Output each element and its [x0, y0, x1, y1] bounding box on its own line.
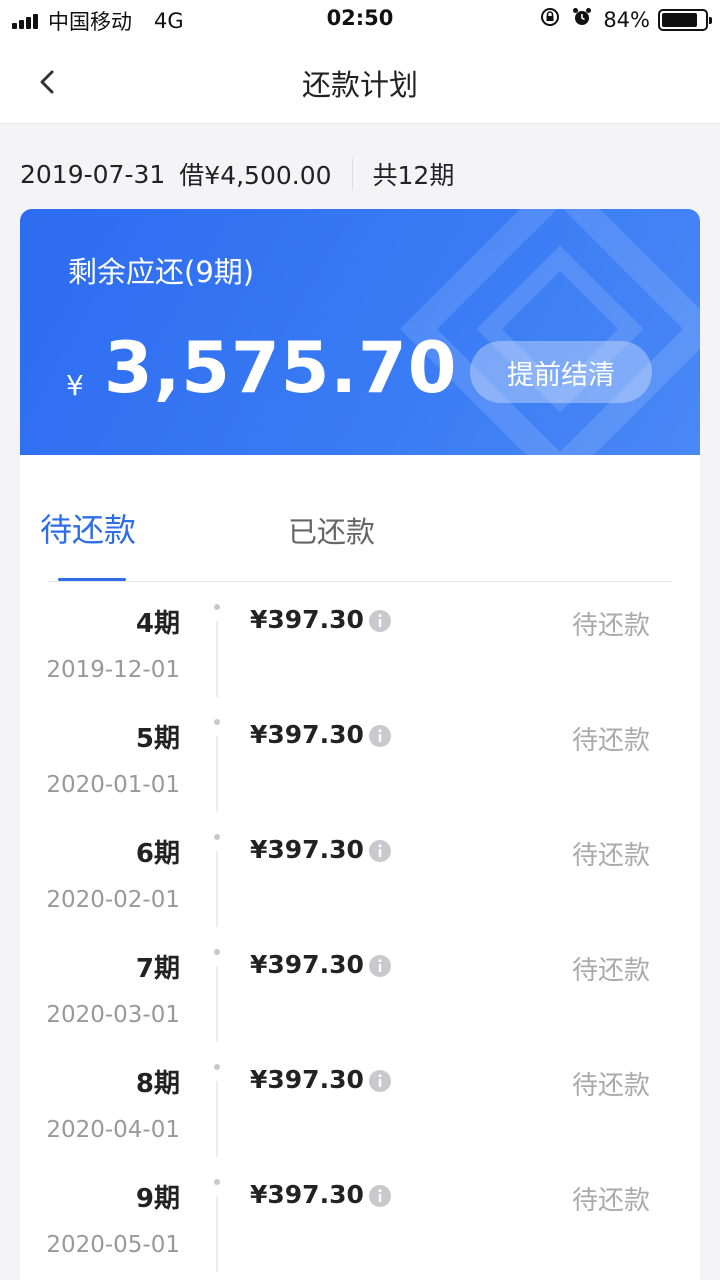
installment-date: 2019-12-01	[46, 657, 180, 683]
installment-status: 待还款	[571, 1186, 650, 1216]
battery-percent: 84%	[603, 7, 650, 32]
installment-amount: ¥397.30	[250, 1180, 364, 1209]
installment-status: 待还款	[571, 956, 650, 986]
installment-status: 待还款	[571, 611, 650, 641]
loan-periods: 共12期	[372, 161, 455, 190]
installment-row[interactable]: 6期 2020-02-01 ¥397.30 待还款	[20, 815, 700, 930]
installment-period: 7期	[135, 954, 180, 984]
installment-date: 2020-02-01	[46, 887, 180, 913]
signal-icon	[12, 13, 40, 29]
tab-divider	[48, 581, 672, 582]
loan-date: 2019-07-31	[20, 159, 166, 189]
network-label: 4G	[154, 9, 184, 33]
status-left: 中国移动 4G	[12, 6, 184, 36]
loan-amount: 借¥4,500.00	[179, 161, 332, 190]
info-icon[interactable]	[368, 954, 392, 978]
timeline-line	[216, 851, 218, 927]
battery-fill	[662, 12, 698, 27]
carrier-label: 中国移动	[48, 10, 132, 34]
tab-pending[interactable]: 待还款	[40, 505, 136, 551]
timeline-line	[216, 966, 218, 1042]
installment-period: 9期	[135, 1184, 180, 1214]
chevron-left-icon[interactable]	[30, 62, 70, 102]
installment-row[interactable]: 8期 2020-04-01 ¥397.30 待还款	[20, 1045, 700, 1160]
remaining-summary-card: 剩余应还(9期) ¥ 3,575.70 提前结清	[20, 209, 700, 455]
status-right: 84%	[539, 6, 712, 33]
divider	[351, 158, 353, 190]
prepay-button[interactable]: 提前结清	[470, 341, 652, 403]
installment-panel: 待还款 已还款 4期 2019-12-01 ¥397.30 待还款 5期 202…	[20, 455, 700, 1280]
installment-status: 待还款	[571, 726, 650, 756]
nav-bar: 还款计划	[0, 40, 720, 124]
installment-period: 8期	[135, 1069, 180, 1099]
installment-period: 5期	[135, 724, 180, 754]
timeline-dot	[214, 1064, 220, 1070]
installment-amount: ¥397.30	[250, 950, 364, 979]
alarm-icon	[571, 6, 593, 33]
timeline-line	[216, 1081, 218, 1157]
installment-amount: ¥397.30	[250, 835, 364, 864]
rotation-lock-icon	[539, 6, 561, 33]
installment-date: 2020-05-01	[46, 1232, 180, 1258]
installment-row[interactable]: 5期 2020-01-01 ¥397.30 待还款	[20, 700, 700, 815]
installment-period: 6期	[135, 839, 180, 869]
info-icon[interactable]	[368, 1184, 392, 1208]
info-icon[interactable]	[368, 1069, 392, 1093]
page-title: 还款计划	[301, 68, 418, 102]
installment-status: 待还款	[571, 1071, 650, 1101]
timeline-line	[216, 1196, 218, 1272]
timeline-dot	[214, 949, 220, 955]
installment-row[interactable]: 7期 2020-03-01 ¥397.30 待还款	[20, 930, 700, 1045]
status-bar: 中国移动 4G 02:50 84%	[0, 0, 720, 40]
battery-icon	[658, 8, 712, 31]
installment-date: 2020-04-01	[46, 1117, 180, 1143]
info-icon[interactable]	[368, 839, 392, 863]
timeline-line	[216, 736, 218, 812]
installment-period: 4期	[135, 609, 180, 639]
timeline-dot	[214, 1179, 220, 1185]
installment-row[interactable]: 4期 2019-12-01 ¥397.30 待还款	[20, 585, 700, 700]
timeline-dot	[214, 834, 220, 840]
installment-amount: ¥397.30	[250, 605, 364, 634]
installment-row[interactable]: 9期 2020-05-01 ¥397.30 待还款	[20, 1160, 700, 1275]
tab-paid[interactable]: 已还款	[288, 509, 375, 551]
info-icon[interactable]	[368, 724, 392, 748]
loan-info: 2019-07-31 借¥4,500.00 共12期	[20, 150, 454, 198]
installment-amount: ¥397.30	[250, 720, 364, 749]
timeline-dot	[214, 604, 220, 610]
currency-symbol: ¥	[66, 369, 84, 402]
installment-amount: ¥397.30	[250, 1065, 364, 1094]
installment-date: 2020-01-01	[46, 772, 180, 798]
remaining-label: 剩余应还(9期)	[68, 255, 255, 289]
timeline-line	[216, 621, 218, 697]
info-icon[interactable]	[368, 609, 392, 633]
installment-date: 2020-03-01	[46, 1002, 180, 1028]
timeline-dot	[214, 719, 220, 725]
remaining-amount: 3,575.70	[104, 327, 458, 409]
installment-status: 待还款	[571, 841, 650, 871]
